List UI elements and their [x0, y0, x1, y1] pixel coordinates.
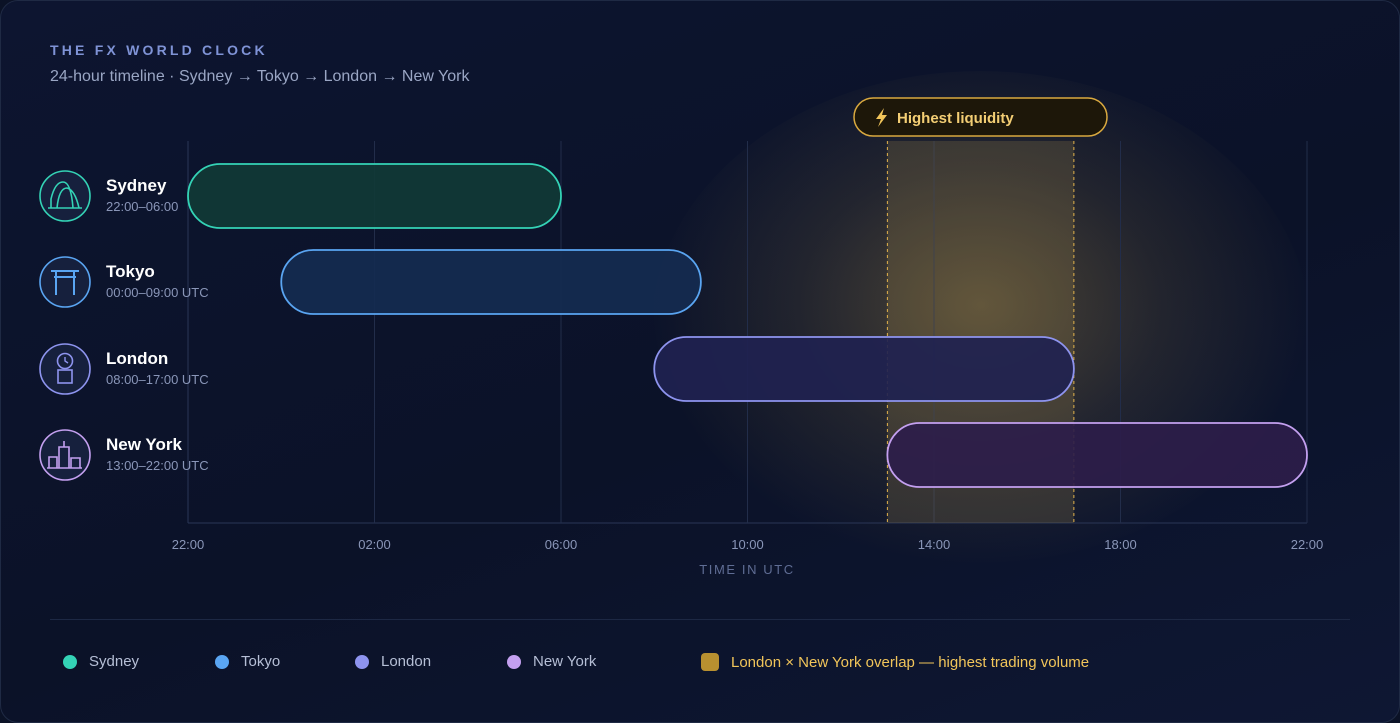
legend-label-tokyo: Tokyo	[241, 653, 281, 670]
fx-clock-card: THE FX WORLD CLOCK 24-hour timeline · Sy…	[0, 0, 1400, 723]
session-bar-new-york	[886, 422, 1308, 488]
x-tick-label: 18:00	[1104, 537, 1137, 552]
session-name-new-york: New York	[106, 435, 182, 454]
session-icon-badge-new-york	[39, 429, 91, 481]
session-hours-new-york: 13:00–22:00 UTC	[106, 458, 209, 473]
session-icon-badge-sydney	[39, 170, 91, 222]
legend-item-overlap: London × New York overlap — highest trad…	[701, 653, 1089, 671]
session-bar-london	[653, 336, 1075, 402]
session-bar-tokyo	[280, 249, 702, 315]
legend-swatch-new-york	[507, 654, 521, 669]
x-tick-label: 10:00	[731, 537, 764, 552]
session-name-london: London	[106, 349, 168, 368]
x-axis-label: TIME IN UTC	[699, 562, 795, 577]
legend-label-sydney: Sydney	[89, 653, 140, 670]
badge-label: Highest liquidity	[897, 110, 1014, 127]
x-tick-label: 22:00	[1291, 537, 1324, 552]
legend-item-tokyo: Tokyo	[215, 653, 280, 670]
session-bar-sydney	[187, 163, 562, 229]
legend-label-new-york: New York	[533, 653, 597, 670]
x-tick-label: 22:00	[172, 537, 205, 552]
legend-swatch-tokyo	[215, 654, 229, 669]
legend-item-new-york: New York	[507, 653, 596, 670]
legend-item-sydney: Sydney	[63, 653, 139, 670]
x-tick-label: 06:00	[545, 537, 578, 552]
legend-divider	[50, 619, 1350, 620]
legend-label-overlap: London × New York overlap — highest trad…	[731, 653, 1090, 671]
legend-item-london: London	[355, 653, 431, 670]
session-hours-tokyo: 00:00–09:00 UTC	[106, 285, 209, 300]
session-name-tokyo: Tokyo	[106, 262, 155, 281]
session-hours-london: 08:00–17:00 UTC	[106, 372, 209, 387]
x-tick-label: 14:00	[918, 537, 951, 552]
session-icon-badge-tokyo	[39, 256, 91, 308]
legend-swatch-london	[355, 654, 369, 669]
legend-swatch-sydney	[63, 654, 77, 669]
session-name-sydney: Sydney	[106, 176, 167, 195]
legend-label-london: London	[381, 653, 432, 670]
session-timeline-chart: Sydney 22:00–06:00 Tokyo 00:00–09:00 UTC Lon…	[39, 71, 1324, 591]
legend-swatch-overlap	[701, 653, 719, 671]
session-hours-sydney: 22:00–06:00	[106, 199, 178, 214]
x-tick-label: 02:00	[358, 537, 391, 552]
